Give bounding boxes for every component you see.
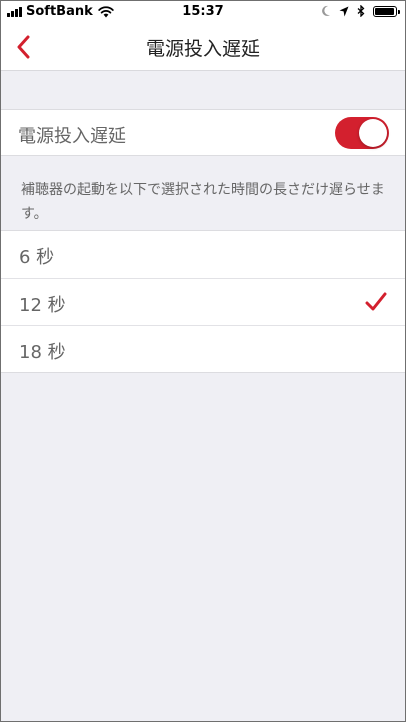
toggle-knob <box>359 119 387 147</box>
description-text: 補聴器の起動を以下で選択された時間の長さだけ遅らせます。 <box>21 182 385 222</box>
option-18-seconds[interactable]: 18 秒 <box>1 325 405 372</box>
battery-icon <box>373 5 400 17</box>
moon-icon <box>322 5 330 16</box>
bluetooth-icon <box>357 5 365 17</box>
page-title: 電源投入遅延 <box>145 38 260 60</box>
option-12-seconds[interactable]: 12 秒 <box>1 278 405 325</box>
option-label: 12 秒 <box>19 295 66 316</box>
power-on-delay-row: 電源投入遅延 <box>1 109 405 156</box>
location-arrow-icon <box>339 6 349 16</box>
app-frame: SoftBank 15:37 電源投入遅延 電源投入遅延 補聴器の起動を以下で選… <box>0 0 406 722</box>
navigation-bar: 電源投入遅延 <box>1 23 405 71</box>
option-6-seconds[interactable]: 6 秒 <box>1 231 405 278</box>
delay-options-list: 6 秒 12 秒 18 秒 <box>1 230 405 373</box>
power-on-delay-toggle[interactable] <box>335 117 389 149</box>
checkmark-icon <box>365 292 387 311</box>
status-bar: SoftBank 15:37 <box>1 1 405 23</box>
status-right <box>321 5 400 17</box>
option-label: 6 秒 <box>19 247 55 268</box>
power-on-delay-label: 電源投入遅延 <box>18 126 126 147</box>
option-label: 18 秒 <box>19 342 66 363</box>
